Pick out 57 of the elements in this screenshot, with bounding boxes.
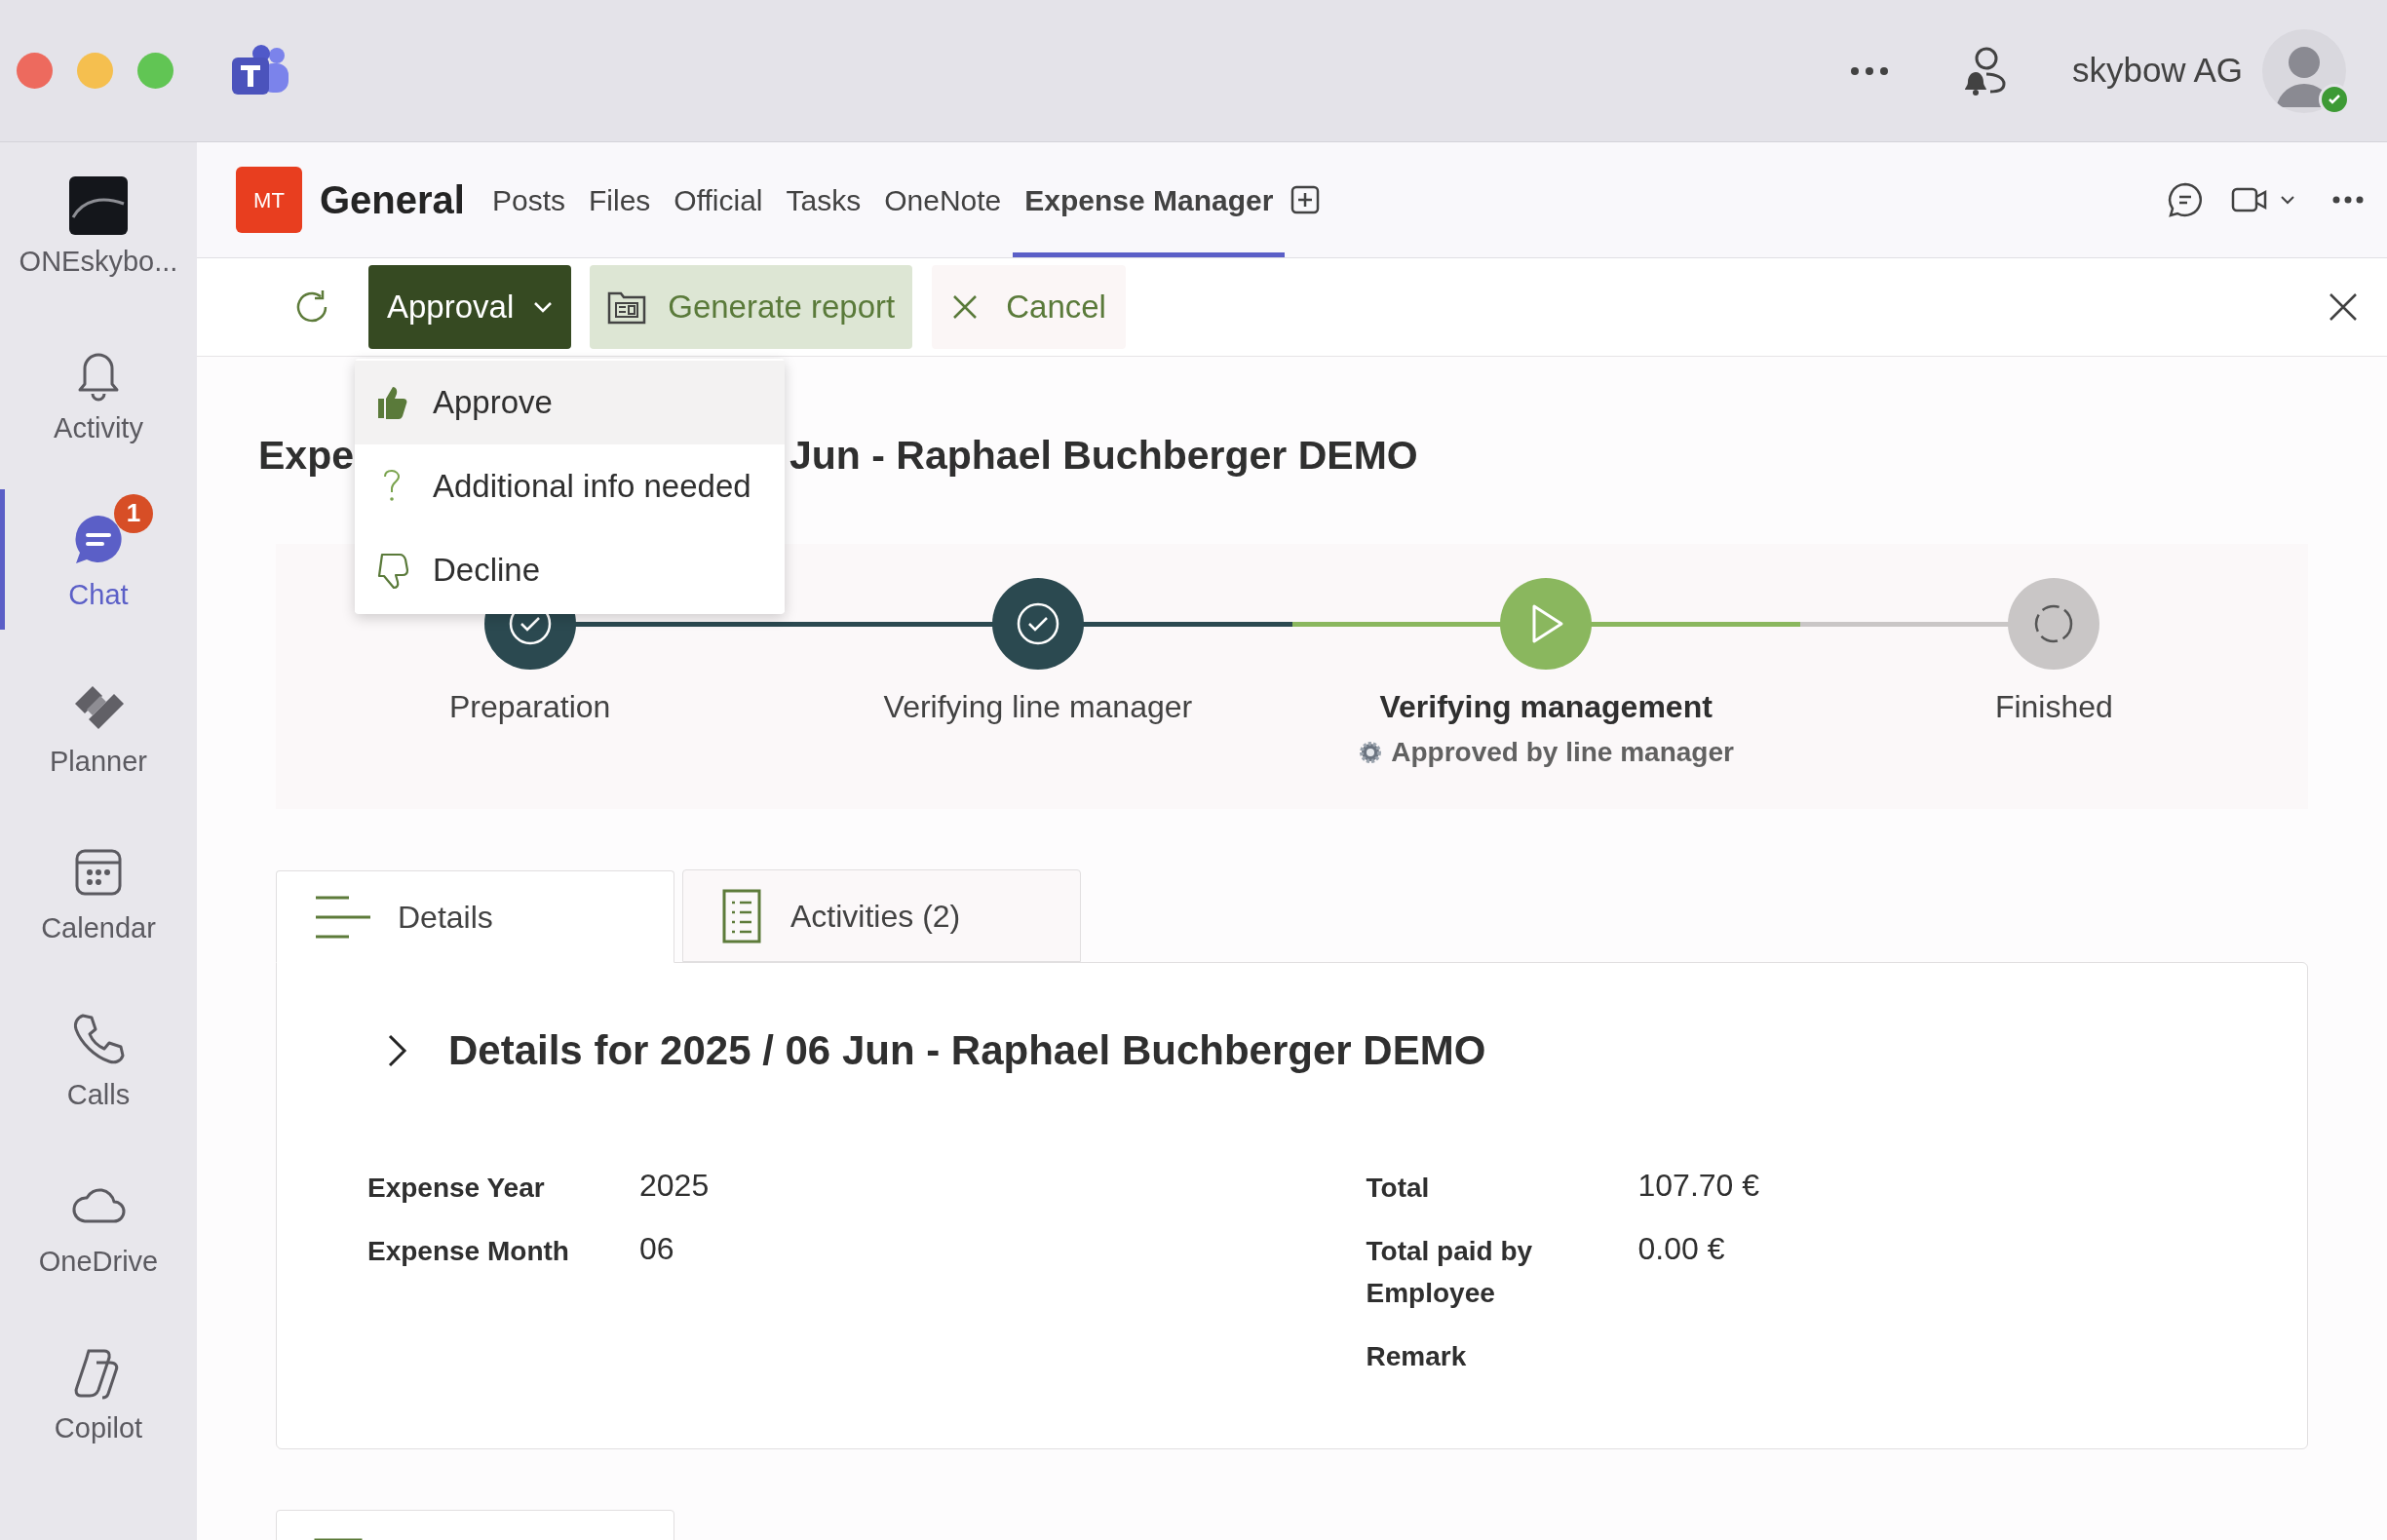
channel-tab[interactable]: OneNote (872, 142, 1014, 257)
team-avatar: MT (236, 167, 302, 233)
sidebar-item[interactable]: OneDrive (0, 1142, 197, 1309)
details-tab[interactable]: Activities (2) (682, 869, 1081, 962)
details-heading: Details for 2025 / 06 Jun - Raphael Buchberger DEMO (448, 1026, 1486, 1075)
close-button[interactable] (2329, 292, 2358, 322)
gear-icon (1358, 740, 1384, 765)
add-tab-button[interactable] (1290, 185, 1321, 214)
sidebar-item[interactable]: Copilot (0, 1309, 197, 1476)
caret-icon (533, 301, 554, 313)
field-value: 06 (639, 1230, 674, 1267)
notification-badge: 1 (114, 493, 153, 533)
step-label: Preparation (448, 688, 611, 726)
generate-report-button[interactable]: Generate report (590, 265, 913, 349)
field-value: 2025 (639, 1167, 710, 1204)
check-icon (1015, 601, 1060, 646)
sidebar-item[interactable]: Calls (0, 976, 197, 1142)
channel-tab[interactable]: Files (577, 142, 663, 257)
sidebar-item[interactable]: 1 Chat (0, 476, 197, 642)
details-tab[interactable]: Details (276, 870, 674, 963)
page-title: Jun - Raphael Buchberger DEMO (789, 432, 1418, 480)
field-label: Expense Year (367, 1172, 546, 1205)
channel-tab[interactable]: Official (662, 142, 775, 257)
menu-item[interactable]: Decline (355, 528, 785, 612)
field-label: Expense Month (367, 1235, 570, 1268)
channel-tab[interactable]: Tasks (774, 142, 873, 257)
expand-chevron-button[interactable] (386, 1032, 409, 1068)
sidebar-item[interactable]: Activity (0, 309, 197, 476)
page-title: Expe (258, 432, 355, 480)
channel-name: General (320, 177, 465, 223)
step-note: Approved by line manager (1391, 736, 1734, 769)
field-label: Total paid by Employee (1366, 1235, 1534, 1310)
field-label: Total (1366, 1172, 1431, 1205)
menu-item[interactable]: Additional info needed (355, 444, 785, 528)
sidebar-item[interactable]: Calendar (0, 809, 197, 976)
account-name: skybow AG (2071, 50, 2243, 92)
caret-icon (2280, 195, 2295, 205)
channel-tab[interactable]: Posts (480, 142, 577, 257)
step-label: Finished (1994, 688, 2113, 726)
app-logo-icon (67, 173, 130, 237)
sidebar-item[interactable]: Planner (0, 642, 197, 809)
report-icon (607, 289, 647, 325)
conversation-button[interactable] (2167, 181, 2204, 218)
document-list-icon (720, 888, 763, 943)
video-call-button[interactable] (2231, 185, 2295, 214)
step-label: Verifying line manager (883, 688, 1193, 726)
menu-item[interactable]: Approve (355, 361, 785, 444)
cancel-button[interactable]: Cancel (932, 265, 1126, 349)
field-value: 0.00 € (1637, 1230, 1725, 1267)
more-options-button[interactable] (2332, 196, 2364, 204)
sidebar-item[interactable]: ONEskybo... (0, 142, 197, 309)
step-label: Verifying management (1379, 688, 1713, 726)
field-label: Remark (1366, 1340, 1468, 1373)
approval-dropdown-button[interactable]: Approval (368, 265, 572, 349)
close-icon (951, 293, 980, 321)
more-options-icon[interactable] (1849, 65, 1889, 76)
field-value: 107.70 € (1637, 1167, 1760, 1204)
